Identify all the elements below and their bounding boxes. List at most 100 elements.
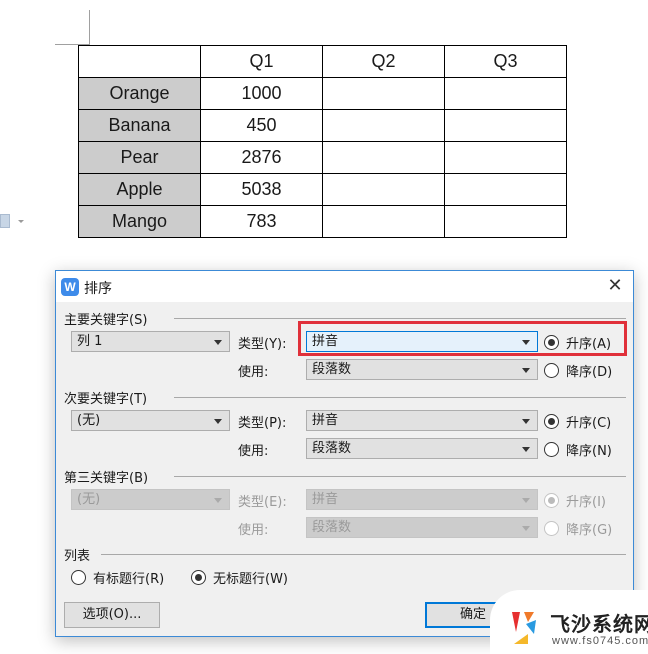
primary-column-select[interactable]: 列 1 [71, 331, 230, 352]
primary-use-select[interactable]: 段落数 [306, 359, 538, 380]
primary-key-label: 主要关键字(S) [64, 313, 148, 328]
chevron-down-icon [522, 498, 530, 503]
third-use-select[interactable]: 段落数 [306, 517, 538, 538]
third-use-value: 段落数 [312, 520, 352, 535]
third-column-select[interactable]: (无) [71, 489, 230, 510]
primary-ascending-radio[interactable]: 升序(A) [544, 333, 611, 352]
table-cell[interactable] [322, 77, 445, 110]
third-type-value: 拼音 [312, 492, 339, 507]
secondary-key-label: 次要关键字(T) [64, 392, 148, 407]
table-header-cell[interactable]: Q1 [200, 45, 323, 78]
paste-options-icon[interactable] [0, 212, 28, 232]
watermark-logo-icon [512, 612, 536, 644]
table-cell[interactable] [322, 173, 445, 206]
sort-dialog: W 排序 ✕ 主要关键字(S) 列 1 类型(Y): 拼音 升序(A) 使用: … [55, 270, 634, 637]
close-button[interactable]: ✕ [605, 276, 625, 296]
chevron-down-icon [214, 419, 222, 424]
table-cell[interactable]: 2876 [200, 141, 323, 174]
third-type-select[interactable]: 拼音 [306, 489, 538, 510]
table-cell[interactable] [322, 205, 445, 238]
third-descending-radio[interactable]: 降序(G) [544, 519, 612, 538]
third-column-value: (无) [77, 492, 101, 507]
dialog-titlebar[interactable]: W 排序 ✕ [56, 271, 633, 302]
radio-unselected-icon [544, 363, 559, 378]
table-cell[interactable] [322, 141, 445, 174]
primary-column-value: 列 1 [77, 334, 103, 349]
secondary-use-value: 段落数 [312, 441, 352, 456]
row-label-cell[interactable]: Banana [78, 109, 201, 142]
row-label-cell[interactable]: Orange [78, 77, 201, 110]
table-cell[interactable]: 1000 [200, 77, 323, 110]
table-cell[interactable]: 783 [200, 205, 323, 238]
table-cell[interactable] [322, 109, 445, 142]
radio-unselected-icon [544, 442, 559, 457]
document-table: Q1 Q2 Q3 Orange 1000 Banana 450 Pear 287… [78, 45, 567, 238]
table-cell[interactable] [444, 173, 567, 206]
third-type-label: 类型(E): [238, 495, 287, 510]
list-group-label: 列表 [64, 549, 91, 564]
third-descending-label: 降序(G) [566, 523, 613, 538]
watermark: 飞沙系统网 www.fs0745.com [490, 590, 648, 654]
dialog-title: 排序 [84, 281, 112, 297]
table-cell[interactable] [444, 109, 567, 142]
chevron-down-icon [522, 419, 530, 424]
table-cell[interactable]: 450 [200, 109, 323, 142]
has-header-row-label: 有标题行(R) [93, 572, 165, 587]
table-cell[interactable] [444, 205, 567, 238]
primary-descending-radio[interactable]: 降序(D) [544, 361, 612, 380]
chevron-down-icon [522, 340, 530, 345]
primary-use-label: 使用: [238, 365, 269, 380]
secondary-type-select[interactable]: 拼音 [306, 410, 538, 431]
group-divider [174, 318, 626, 319]
secondary-use-label: 使用: [238, 444, 269, 459]
primary-use-value: 段落数 [312, 362, 352, 377]
row-label-cell[interactable]: Mango [78, 205, 201, 238]
third-use-label: 使用: [238, 523, 269, 538]
page-margin-mark [89, 10, 90, 44]
dropdown-arrow-icon [18, 220, 24, 223]
primary-ascending-label: 升序(A) [566, 337, 612, 352]
secondary-type-value: 拼音 [312, 413, 339, 428]
primary-type-label: 类型(Y): [238, 337, 287, 352]
options-button[interactable]: 选项(O)... [64, 602, 160, 628]
table-row: Mango 783 [78, 205, 567, 238]
radio-selected-icon [191, 570, 206, 585]
group-divider [174, 476, 626, 477]
third-ascending-label: 升序(I) [566, 495, 606, 510]
table-cell[interactable] [444, 141, 567, 174]
table-header-row: Q1 Q2 Q3 [78, 45, 567, 78]
secondary-descending-label: 降序(N) [566, 444, 612, 459]
radio-selected-icon [544, 414, 559, 429]
has-header-row-radio[interactable]: 有标题行(R) [71, 568, 164, 587]
watermark-url: www.fs0745.com [552, 635, 648, 647]
clipboard-icon [0, 214, 10, 228]
radio-unselected-icon [544, 521, 559, 536]
table-header-cell[interactable] [78, 45, 201, 78]
table-header-cell[interactable]: Q3 [444, 45, 567, 78]
no-header-row-label: 无标题行(W) [213, 572, 288, 587]
row-label-cell[interactable]: Apple [78, 173, 201, 206]
table-cell[interactable] [444, 77, 567, 110]
table-row: Banana 450 [78, 109, 567, 142]
secondary-ascending-label: 升序(C) [566, 416, 612, 431]
table-row: Orange 1000 [78, 77, 567, 110]
table-header-cell[interactable]: Q2 [322, 45, 445, 78]
no-header-row-radio[interactable]: 无标题行(W) [191, 568, 288, 587]
primary-type-select[interactable]: 拼音 [306, 331, 538, 352]
group-divider [101, 554, 626, 555]
group-divider [174, 397, 626, 398]
primary-descending-label: 降序(D) [566, 365, 613, 380]
chevron-down-icon [214, 498, 222, 503]
chevron-down-icon [522, 526, 530, 531]
row-label-cell[interactable]: Pear [78, 141, 201, 174]
watermark-title: 飞沙系统网 [550, 612, 648, 636]
secondary-descending-radio[interactable]: 降序(N) [544, 440, 612, 459]
table-cell[interactable]: 5038 [200, 173, 323, 206]
secondary-column-select[interactable]: (无) [71, 410, 230, 431]
wps-app-icon: W [61, 278, 79, 296]
secondary-ascending-radio[interactable]: 升序(C) [544, 412, 611, 431]
chevron-down-icon [522, 447, 530, 452]
secondary-use-select[interactable]: 段落数 [306, 438, 538, 459]
radio-selected-icon [544, 335, 559, 350]
third-ascending-radio[interactable]: 升序(I) [544, 491, 606, 510]
